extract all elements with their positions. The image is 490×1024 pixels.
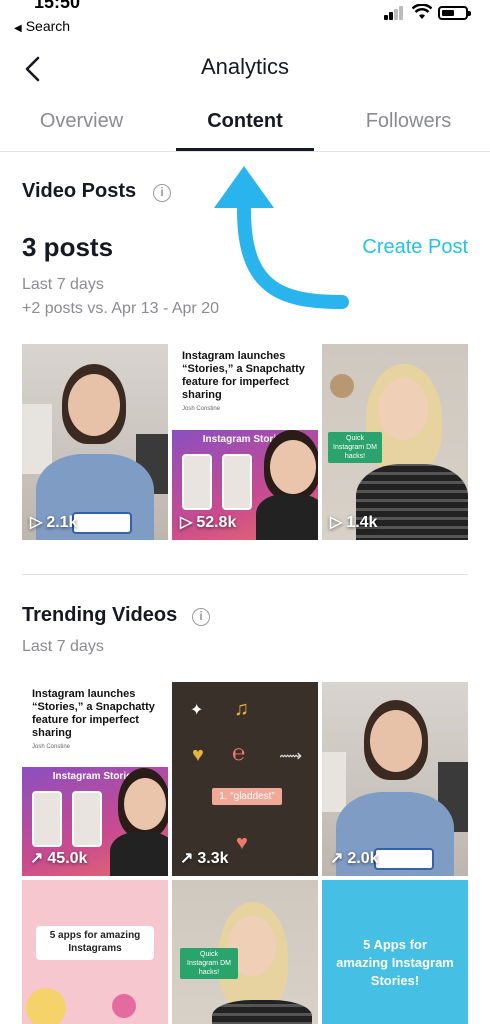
tab-followers[interactable]: Followers — [327, 110, 490, 133]
article-author: Josh Constine — [182, 406, 221, 412]
article-headline: Instagram launches “Stories,” a Snapchat… — [32, 688, 155, 739]
back-triangle-icon: ◀ — [14, 23, 22, 34]
trending-period: Last 7 days — [22, 638, 104, 655]
view-count: ▷ 52.8k — [180, 514, 237, 531]
page-title: Analytics — [200, 54, 290, 79]
thumb-caption: Quick Instagram DM hacks! — [328, 432, 382, 463]
trending-video-thumb[interactable]: ↗ 2.0k — [322, 682, 468, 876]
trending-video-thumb[interactable]: ✦ ♫ ♥ ℮ ⟿ 1. “gladdest” ♥ ↗ 3.3k — [172, 682, 318, 876]
article-headline: Instagram launches “Stories,” a Snapchat… — [182, 350, 305, 401]
nav-bar: Analytics — [0, 44, 490, 94]
view-count: ↗ 2.0k — [330, 850, 379, 867]
video-posts-period: Last 7 days — [22, 276, 104, 293]
section-divider — [22, 574, 468, 575]
status-time: 15:50 — [34, 0, 81, 12]
active-tab-indicator — [176, 148, 314, 151]
trending-video-thumb[interactable]: Quick Instagram DM hacks! — [172, 880, 318, 1024]
trending-video-thumb[interactable]: Instagram launches “Stories,” a Snapchat… — [22, 682, 168, 876]
play-icon: ▷ — [30, 514, 43, 531]
thumb-caption: 5 Apps for amazing Instagram Stories! — [336, 937, 454, 988]
view-count: ▷ 2.1k — [30, 514, 78, 531]
video-posts-info-icon[interactable]: i — [153, 184, 171, 202]
tab-overview[interactable]: Overview — [0, 110, 163, 133]
view-count: ↗ 3.3k — [180, 850, 229, 867]
posts-count: 3 posts — [22, 232, 114, 262]
trending-videos-title: Trending Videos — [22, 604, 178, 626]
tab-bar: Overview Content Followers — [0, 100, 490, 152]
thumb-caption: 1. “gladdest” — [212, 788, 282, 805]
battery-icon — [438, 6, 471, 20]
article-author: Josh Constine — [32, 744, 71, 750]
video-posts-comparison: +2 posts vs. Apr 13 - Apr 20 — [22, 300, 219, 317]
video-post-thumb[interactable]: Quick Instagram DM hacks! ▷ 1.4k — [322, 344, 468, 540]
back-to-search-link[interactable]: ◀ Search — [14, 18, 70, 34]
video-posts-title: Video Posts — [22, 180, 137, 202]
wifi-icon — [412, 4, 432, 19]
create-post-button[interactable]: Create Post — [362, 236, 468, 259]
cellular-signal-icon — [384, 6, 406, 20]
tab-content[interactable]: Content — [163, 110, 327, 133]
back-search-label: Search — [25, 18, 71, 34]
video-post-thumb[interactable]: Instagram launches “Stories,” a Snapchat… — [172, 344, 318, 540]
view-count: ↗ 45.0k — [30, 850, 88, 867]
play-icon: ▷ — [180, 514, 193, 531]
trend-arrow-icon: ↗ — [180, 850, 194, 867]
trend-arrow-icon: ↗ — [30, 850, 44, 867]
trending-video-thumb[interactable]: 5 Apps for amazing Instagram Stories! — [322, 880, 468, 1024]
thumb-caption: 5 apps for amazing Instagrams — [36, 926, 154, 960]
trending-video-thumb[interactable]: 5 apps for amazing Instagrams — [22, 880, 168, 1024]
view-count: ▷ 1.4k — [330, 514, 378, 531]
trend-arrow-icon: ↗ — [330, 850, 344, 867]
thumb-caption: Quick Instagram DM hacks! — [180, 948, 238, 979]
video-post-thumb[interactable]: ▷ 2.1k — [22, 344, 168, 540]
play-icon: ▷ — [330, 514, 343, 531]
trending-info-icon[interactable]: i — [192, 608, 210, 626]
annotation-arrow-icon — [214, 166, 349, 309]
status-bar: 15:50 ◀ Search — [0, 0, 490, 40]
